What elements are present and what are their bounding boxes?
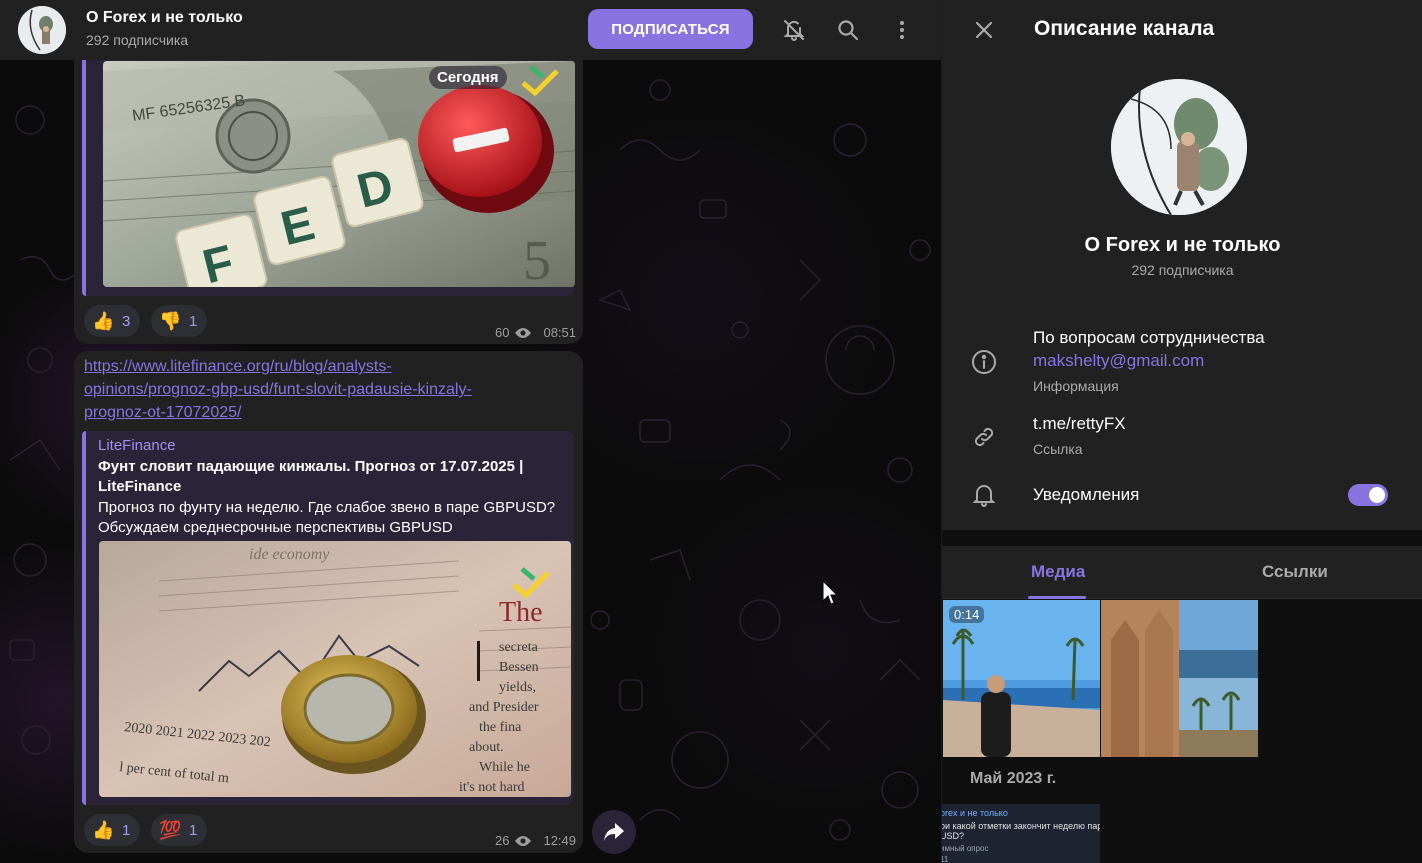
telegram-app: O Forex и не только 292 подписчика ПОДПИ… (0, 0, 1422, 863)
poll-preview-line: orex и не только (942, 808, 1008, 818)
info-description: По вопросам сотрудничества (1033, 328, 1265, 347)
preview-title: Фунт словит падающие кинжалы. Прогноз от… (98, 457, 523, 497)
date-pill: Сегодня (429, 66, 507, 89)
svg-text:and Presider: and Presider (469, 700, 539, 715)
svg-text:the fina: the fina (479, 720, 522, 735)
thumbs-up-emoji: 👍 (92, 819, 115, 840)
preview-image-gbp[interactable]: ide economy 2020 2021 2022 2023 202 l pe… (99, 541, 571, 797)
preview-image-fed[interactable]: MF 65256325 B 5 F E D (103, 61, 575, 287)
svg-text:Bessen: Bessen (499, 660, 539, 675)
reaction-count: 1 (189, 821, 198, 839)
svg-text:The: The (499, 597, 543, 628)
channel-subscribers-count: 292 подписчика (1131, 262, 1234, 278)
channel-link[interactable]: t.me/rettyFX (1033, 414, 1126, 434)
svg-text:5: 5 (523, 230, 551, 287)
reaction-thumbs-up[interactable]: 👍 3 (84, 305, 141, 337)
link-caption: Ссылка (1033, 441, 1083, 457)
message-bubble[interactable]: MF 65256325 B 5 F E D Сегодня 👍 3 👎 1 60… (74, 40, 583, 344)
channel-info-panel: Описание канала O Forex и не только 292 … (941, 0, 1422, 863)
poll-preview-line: 11 (942, 855, 949, 863)
views-count: 26 (495, 833, 510, 848)
reaction-count: 3 (122, 312, 131, 330)
forward-button[interactable] (592, 810, 636, 854)
info-icon (970, 348, 998, 376)
views-count: 60 (495, 325, 510, 340)
bell-off-icon[interactable] (780, 16, 808, 44)
active-tab-indicator (1028, 596, 1086, 599)
reaction-count: 1 (122, 821, 131, 839)
preview-site-name: LiteFinance (98, 437, 176, 454)
tab-media[interactable]: Медиа (1031, 562, 1085, 582)
chat-header: O Forex и не только 292 подписчика ПОДПИ… (0, 0, 941, 60)
message-meta: 60 08:51 (495, 325, 576, 340)
svg-text:about.: about. (469, 740, 504, 755)
eye-icon (515, 835, 532, 846)
message-meta: 26 12:49 (495, 833, 576, 848)
svg-text:While he: While he (479, 760, 530, 775)
message-time: 08:51 (543, 325, 577, 340)
panel-title: Описание канала (1034, 17, 1215, 40)
poll-preview-line: ои какой отметки закончит неделю пара (942, 821, 1100, 831)
poll-preview-line: USD? (942, 831, 965, 841)
reaction-hundred[interactable]: 💯 1 (151, 814, 208, 846)
info-caption: Информация (1033, 378, 1119, 394)
link-line[interactable]: https://www.litefinance.org/ru/blog/anal… (84, 355, 554, 378)
month-label: Май 2023 г. (970, 770, 1057, 787)
bell-icon (970, 481, 998, 509)
chat-area[interactable]: O Forex и не только 292 подписчика ПОДПИ… (0, 0, 941, 863)
channel-title[interactable]: O Forex и не только (86, 9, 243, 27)
preview-description-line: Обсуждаем среднесрочные перспективы GBPU… (98, 519, 453, 536)
mouse-cursor-icon (822, 580, 838, 605)
notifications-toggle[interactable] (1348, 484, 1388, 506)
forward-icon (604, 823, 624, 841)
media-tabs: Медиа Ссылки (942, 546, 1422, 599)
link-preview[interactable]: LiteFinance Фунт словит падающие кинжалы… (82, 431, 574, 805)
toggle-knob (1367, 485, 1387, 505)
preview-title-line: Фунт словит падающие кинжалы. Прогноз от… (98, 458, 524, 475)
link-icon (970, 423, 998, 451)
thumbs-down-emoji: 👎 (159, 310, 182, 331)
svg-text:yields,: yields, (499, 680, 536, 695)
search-icon[interactable] (834, 16, 862, 44)
channel-subscribers: 292 подписчика (86, 32, 189, 48)
reaction-thumbs-up[interactable]: 👍 1 (84, 814, 141, 846)
svg-text:it's not hard: it's not hard (459, 780, 525, 795)
reaction-thumbs-down[interactable]: 👎 1 (151, 305, 208, 337)
channel-avatar[interactable] (18, 6, 66, 54)
reaction-count: 1 (189, 312, 198, 330)
eye-icon (515, 327, 532, 338)
close-icon[interactable] (970, 16, 998, 44)
tab-links[interactable]: Ссылки (1262, 562, 1328, 582)
media-video-tile[interactable]: 0:14 (943, 600, 1100, 757)
preview-title-line: LiteFinance (98, 478, 182, 495)
poll-preview-line: имный опрос (942, 844, 989, 853)
link-line[interactable]: prognoz-ot-17072025/ (84, 401, 554, 424)
preview-description: Прогноз по фунту на неделю. Где слабое з… (98, 498, 555, 538)
hundred-emoji: 💯 (159, 819, 182, 840)
channel-name: O Forex и не только (1084, 234, 1281, 256)
media-photo-tile[interactable] (1101, 600, 1258, 757)
message-time: 12:49 (543, 833, 577, 848)
video-duration: 0:14 (949, 606, 985, 623)
channel-info-section: Описание канала O Forex и не только 292 … (942, 0, 1422, 530)
message-bubble[interactable]: https://www.litefinance.org/ru/blog/anal… (74, 351, 583, 853)
channel-avatar-large[interactable] (1111, 79, 1247, 215)
more-vertical-icon[interactable] (888, 16, 916, 44)
info-email-link[interactable]: makshelty@gmail.com (1033, 351, 1204, 371)
notifications-label: Уведомления (1033, 485, 1140, 504)
preview-description-line: Прогноз по фунту на неделю. Где слабое з… (98, 499, 556, 516)
subscribe-button[interactable]: ПОДПИСАТЬСЯ (588, 9, 753, 49)
media-poll-tile[interactable]: orex и не только ои какой отметки законч… (942, 804, 1100, 863)
thumbs-up-emoji: 👍 (92, 310, 115, 331)
svg-text:secreta: secreta (499, 640, 539, 655)
message-link[interactable]: https://www.litefinance.org/ru/blog/anal… (84, 355, 554, 424)
link-line[interactable]: opinions/prognoz-gbp-usd/funt-slovit-pad… (84, 378, 554, 401)
svg-text:ide economy: ide economy (249, 546, 330, 563)
